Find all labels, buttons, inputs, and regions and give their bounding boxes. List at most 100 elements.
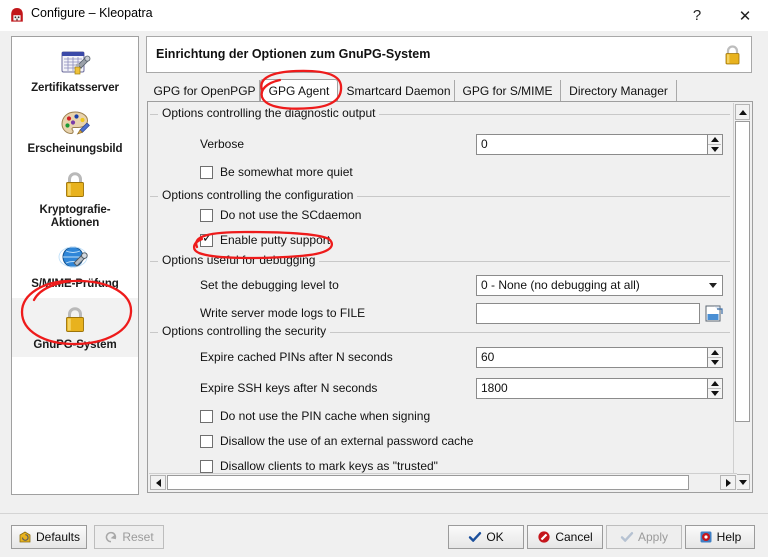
checkbox-box[interactable]: ✓ <box>200 231 213 247</box>
row-expire-ssh-keys: Expire SSH keys after N seconds 1800 <box>158 378 728 400</box>
close-button[interactable]: ✕ <box>722 0 768 31</box>
cancel-button-label: Cancel <box>555 530 593 544</box>
cancel-button[interactable]: Cancel <box>527 525 603 549</box>
help-button[interactable]: ? <box>674 0 720 31</box>
defaults-icon <box>18 530 32 544</box>
checkbox-label: Do not use the PIN cache when signing <box>220 409 431 423</box>
help-button-bottom[interactable]: Help <box>685 525 755 549</box>
ok-button[interactable]: OK <box>448 525 524 549</box>
open-file-icon[interactable] <box>704 303 725 324</box>
check-icon: ✓ <box>202 231 213 246</box>
tab-gpg-agent[interactable]: GPG Agent <box>260 79 338 103</box>
row-expire-cached-pins: Expire cached PINs after N seconds 60 <box>158 347 728 369</box>
apply-button[interactable]: Apply <box>606 525 682 549</box>
tab-directory-manager[interactable]: Directory Manager <box>561 80 677 102</box>
row-verbose: Verbose 0 <box>158 134 728 156</box>
right-pane: Einrichtung der Optionen zum GnuPG-Syste… <box>146 36 758 495</box>
group-title: Options useful for debugging <box>158 253 320 267</box>
stepper-up-icon[interactable] <box>708 379 721 389</box>
stepper-down-icon[interactable] <box>708 145 721 154</box>
checkbox-no-pin-cache-when-signing[interactable]: Do not use the PIN cache when signing <box>200 409 530 427</box>
horizontal-scrollbar[interactable] <box>149 473 737 491</box>
checkbox-do-not-use-scdaemon[interactable]: Do not use the SCdaemon <box>200 208 480 226</box>
checkbox-label: Enable putty support <box>220 233 331 247</box>
scroll-up-button[interactable] <box>735 104 750 120</box>
checkbox-box[interactable] <box>200 166 213 179</box>
tab-strip[interactable]: GPG for OpenPGP GPG Agent Smartcard Daem… <box>147 79 753 103</box>
kleopatra-icon <box>9 7 25 23</box>
expire-cached-pins-stepper[interactable] <box>708 347 723 368</box>
checkbox-enable-putty-support[interactable]: ✓ Enable putty support <box>200 231 480 251</box>
ok-button-label: OK <box>486 530 504 544</box>
stepper-down-icon[interactable] <box>708 358 721 367</box>
sidebar-item-label: Zertifikatsserver <box>31 82 119 94</box>
page-header: Einrichtung der Optionen zum GnuPG-Syste… <box>146 36 752 73</box>
expire-ssh-keys-stepper[interactable] <box>708 378 723 399</box>
row-label: Expire SSH keys after N seconds <box>200 381 378 395</box>
tab-gpg-for-smime[interactable]: GPG for S/MIME <box>455 80 561 102</box>
sidebar-item-gnupg-system[interactable]: GnuPG-System <box>12 298 138 357</box>
scroll-left-button[interactable] <box>150 475 166 490</box>
tab-label: Smartcard Daemon <box>346 84 451 98</box>
defaults-button-label: Defaults <box>35 530 81 544</box>
checkbox-label: Disallow the use of an external password… <box>220 434 474 448</box>
configure-kleopatra-dialog: Configure – Kleopatra ? ✕ Zertifikatsser… <box>0 0 768 557</box>
scroll-down-button[interactable] <box>735 474 750 490</box>
checkbox-box[interactable] <box>200 460 213 473</box>
vertical-scrollbar-thumb[interactable] <box>735 121 750 422</box>
checkbox-box[interactable] <box>200 410 213 423</box>
row-label: Verbose <box>200 137 245 151</box>
checkbox-label: Be somewhat more quiet <box>220 165 353 179</box>
title-bar: Configure – Kleopatra ? ✕ <box>0 0 768 32</box>
scroll-right-button[interactable] <box>720 475 736 490</box>
stepper-up-icon[interactable] <box>708 135 721 145</box>
tab-label: GPG for OpenPGP <box>153 84 256 98</box>
options-panel: Options controlling the diagnostic outpu… <box>147 101 753 493</box>
tab-smartcard-daemon[interactable]: Smartcard Daemon <box>343 80 455 102</box>
horizontal-scrollbar-thumb[interactable] <box>167 475 689 490</box>
tab-gpg-for-openpgp[interactable]: GPG for OpenPGP <box>150 80 260 102</box>
group-title: Options controlling the security <box>158 324 331 338</box>
dialog-body: Zertifikatsserver Erscheinungsbild Krypt… <box>0 31 768 513</box>
reset-button-label: Reset <box>122 530 154 544</box>
sidebar-item-smime-pruefung[interactable]: S/MIME-Prüfung <box>12 237 138 296</box>
chevron-down-icon[interactable] <box>709 283 717 288</box>
checkbox-label: Disallow clients to mark keys as "truste… <box>220 459 438 473</box>
verbose-input[interactable]: 0 <box>476 134 708 155</box>
check-icon <box>468 530 482 544</box>
group-title: Options controlling the configuration <box>158 188 358 202</box>
stepper-up-icon[interactable] <box>708 348 721 358</box>
certificate-server-icon <box>58 47 92 81</box>
sidebar[interactable]: Zertifikatsserver Erscheinungsbild Krypt… <box>11 36 139 495</box>
expire-ssh-keys-input[interactable]: 1800 <box>476 378 708 399</box>
verbose-stepper[interactable] <box>708 134 723 155</box>
apply-button-label: Apply <box>637 530 669 544</box>
tab-label: GPG for S/MIME <box>462 84 553 98</box>
window-title: Configure – Kleopatra <box>31 6 153 20</box>
sidebar-item-label: Erscheinungsbild <box>27 143 123 155</box>
checkbox-disallow-external-password-cache[interactable]: Disallow the use of an external password… <box>200 434 580 452</box>
sidebar-item-label: GnuPG-System <box>33 339 117 351</box>
sidebar-item-erscheinungsbild[interactable]: Erscheinungsbild <box>12 102 138 161</box>
tab-label: Directory Manager <box>569 84 668 98</box>
reset-icon <box>104 530 118 544</box>
checkbox-box[interactable] <box>200 209 213 222</box>
checkbox-box[interactable] <box>200 435 213 448</box>
dialog-button-bar: Defaults Reset OK Cancel Apply Help <box>0 513 768 557</box>
reset-button[interactable]: Reset <box>94 525 164 549</box>
globe-wrench-icon <box>58 243 92 277</box>
sidebar-item-kryptografie-aktionen[interactable]: Kryptografie- Aktionen <box>12 163 138 235</box>
stepper-down-icon[interactable] <box>708 389 721 398</box>
row-label: Write server mode logs to FILE <box>200 306 366 320</box>
expire-cached-pins-input[interactable]: 60 <box>476 347 708 368</box>
row-server-log-file: Write server mode logs to FILE <box>158 303 728 325</box>
vertical-scrollbar[interactable] <box>733 103 751 491</box>
padlock-gold-icon <box>722 44 743 67</box>
sidebar-item-zertifikatsserver[interactable]: Zertifikatsserver <box>12 41 138 100</box>
row-label: Expire cached PINs after N seconds <box>200 350 393 364</box>
checkbox-be-somewhat-more-quiet[interactable]: Be somewhat more quiet <box>200 165 460 183</box>
server-log-file-input[interactable] <box>476 303 700 324</box>
debug-level-select[interactable]: 0 - None (no debugging at all) <box>476 275 723 296</box>
help-icon <box>699 530 713 544</box>
defaults-button[interactable]: Defaults <box>11 525 87 549</box>
